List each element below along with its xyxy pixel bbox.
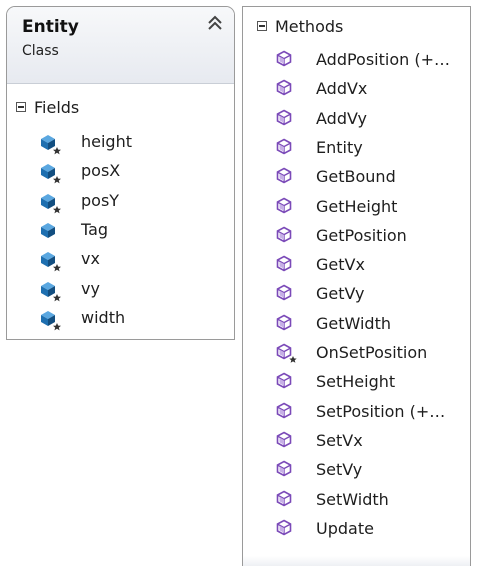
public-method-icon: [276, 402, 292, 419]
public-method-icon: [276, 460, 292, 477]
field-label: posY: [81, 190, 120, 210]
class-stereotype: Class: [22, 43, 59, 59]
method-item[interactable]: Entity: [276, 135, 466, 164]
method-label: Entity: [316, 137, 363, 157]
method-label: GetVx: [316, 255, 365, 275]
field-item[interactable]: height: [39, 129, 219, 158]
protected-field-icon: [41, 310, 61, 331]
methods-section-header[interactable]: Methods: [257, 17, 457, 39]
field-item[interactable]: vx: [39, 246, 219, 275]
method-label: GetBound: [316, 167, 396, 187]
public-method-icon: [276, 167, 292, 184]
method-item[interactable]: AddVx: [276, 76, 466, 105]
method-item[interactable]: SetHeight: [276, 369, 466, 398]
method-item[interactable]: GetWidth: [276, 311, 466, 340]
public-method-icon: [276, 226, 292, 243]
public-field-icon: [41, 222, 55, 238]
method-label: GetHeight: [316, 196, 398, 216]
method-label: SetHeight: [316, 372, 396, 392]
method-label: AddPosition (+…: [316, 50, 451, 69]
field-item[interactable]: posY: [39, 188, 219, 217]
method-label: Update: [316, 518, 374, 538]
method-label: SetWidth: [316, 489, 389, 509]
method-item[interactable]: GetVy: [276, 281, 466, 310]
method-label: SetPosition (+…: [316, 401, 446, 421]
public-method-icon: [276, 490, 292, 506]
method-item[interactable]: AddVy: [276, 106, 466, 135]
field-item[interactable]: posX: [39, 158, 219, 187]
protected-method-icon: [276, 343, 297, 363]
fields-section-header[interactable]: Fields: [16, 98, 216, 120]
protected-field-icon: [41, 164, 61, 184]
public-method-icon: [276, 197, 292, 213]
protected-field-icon: [41, 252, 61, 272]
methods-panel: Methods AddPosition (+… AddVx AddVy Entity G…: [242, 6, 471, 566]
protected-field-icon: [41, 193, 61, 213]
method-item[interactable]: GetVx: [276, 252, 466, 281]
public-method-icon: [276, 109, 292, 126]
method-item[interactable]: GetPosition: [276, 223, 466, 252]
method-label: SetVx: [316, 430, 363, 450]
method-label: OnSetPosition: [316, 343, 428, 362]
public-method-icon: [276, 255, 292, 272]
field-label: width: [81, 307, 126, 327]
public-method-icon: [276, 284, 292, 301]
public-method-icon: [276, 314, 292, 331]
method-label: SetVy: [316, 460, 363, 480]
field-label: vy: [81, 278, 100, 298]
method-item[interactable]: OnSetPosition: [276, 340, 466, 369]
field-item[interactable]: width: [39, 305, 219, 334]
class-header[interactable]: Entity Class: [7, 7, 234, 84]
field-item[interactable]: vy: [39, 276, 219, 305]
fields-section-title: Fields: [34, 98, 80, 117]
public-method-icon: [276, 519, 292, 536]
method-item[interactable]: SetWidth: [276, 487, 466, 516]
method-item[interactable]: SetVx: [276, 428, 466, 457]
class-box[interactable]: Entity Class Fields height posX posY Tag vx v…: [6, 6, 235, 340]
public-method-icon: [276, 372, 292, 389]
protected-field-icon: [41, 281, 61, 301]
method-label: GetWidth: [316, 313, 391, 333]
method-item[interactable]: GetBound: [276, 164, 466, 193]
method-label: GetVy: [316, 284, 365, 304]
public-method-icon: [276, 431, 292, 448]
field-label: posX: [81, 161, 121, 181]
panel-footer: [243, 556, 470, 566]
collapse-toggle-icon[interactable]: [16, 102, 26, 112]
method-item[interactable]: SetPosition (+…: [276, 399, 466, 428]
method-label: AddVx: [316, 79, 368, 99]
method-label: AddVy: [316, 108, 367, 128]
public-method-icon: [276, 50, 292, 67]
class-name: Entity: [22, 17, 79, 37]
field-label: Tag: [81, 219, 109, 239]
method-item[interactable]: SetVy: [276, 457, 466, 486]
double-chevron-up-icon[interactable]: [205, 13, 225, 33]
field-item[interactable]: Tag: [39, 217, 219, 246]
methods-section-title: Methods: [275, 17, 344, 36]
method-item[interactable]: GetHeight: [276, 194, 466, 223]
public-method-icon: [276, 79, 292, 96]
field-label: vx: [81, 249, 100, 269]
method-label: GetPosition: [316, 225, 407, 245]
protected-field-icon: [41, 135, 61, 155]
method-item[interactable]: Update: [276, 516, 466, 545]
method-item[interactable]: AddPosition (+…: [276, 47, 466, 76]
collapse-toggle-icon[interactable]: [257, 21, 267, 31]
public-method-icon: [276, 138, 292, 155]
field-label: height: [81, 132, 132, 151]
